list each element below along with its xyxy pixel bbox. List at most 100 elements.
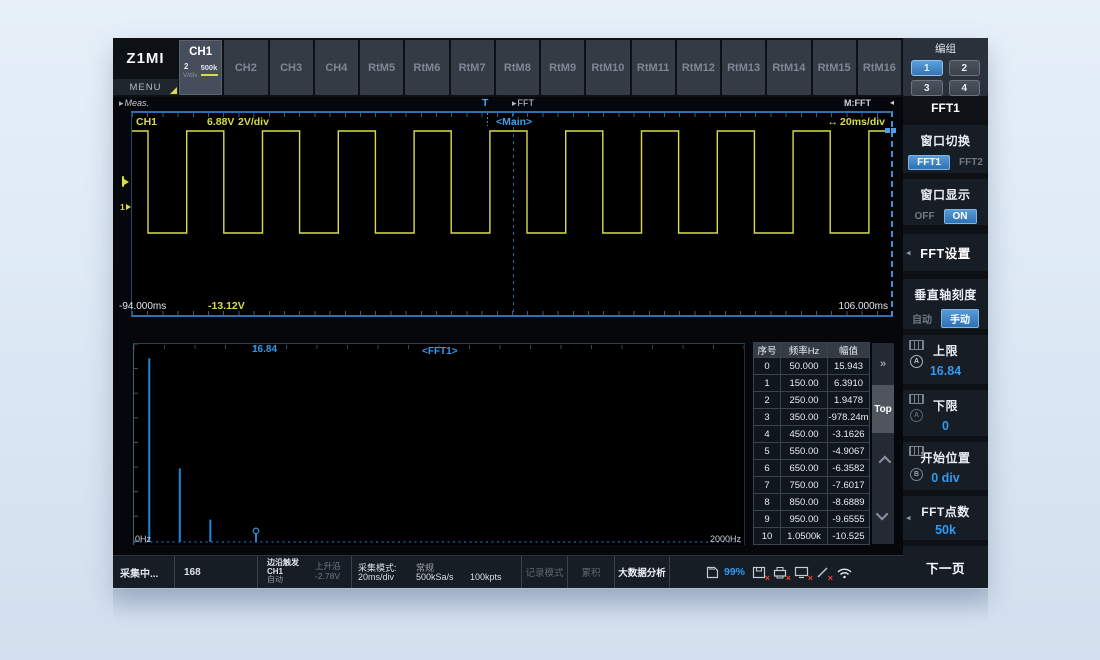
fft-settings-label: FFT设置 — [903, 234, 988, 271]
meas-label[interactable]: Meas. — [119, 98, 149, 109]
fft-points-section[interactable]: FFT点数 50k — [903, 496, 988, 540]
tab-label: CH3 — [280, 62, 302, 74]
table-header-2: 幅值 — [828, 342, 870, 358]
table-row[interactable]: 2250.001.9478 — [753, 392, 870, 409]
table-row[interactable]: 101.0500k-10.525 — [753, 528, 870, 545]
left-time-label: -94.000ms — [119, 301, 166, 312]
menu-page-title: FFT1 — [903, 96, 988, 119]
trigger-position-marker[interactable]: T — [482, 97, 488, 109]
fft-settings-button[interactable]: FFT设置 — [903, 234, 988, 271]
table-top-button[interactable]: Top — [872, 385, 894, 433]
row-index: 9 — [753, 511, 781, 528]
table-row[interactable]: 5550.00-4.9067 — [753, 443, 870, 460]
table-row[interactable]: 9950.00-9.6555 — [753, 511, 870, 528]
tab-ch1[interactable]: CH12V/div500k — [179, 40, 222, 95]
table-scroll-down-button[interactable] — [872, 488, 894, 543]
table-row[interactable]: 6650.00-6.3582 — [753, 460, 870, 477]
window-display-on-option[interactable]: ON — [944, 209, 977, 224]
oscilloscope-screen: Z1MI MENU CH12V/div500kCH2 CH3 CH4 RtM5 RtM6… — [113, 38, 988, 588]
table-expand-button[interactable]: » — [872, 343, 894, 385]
table-scroll-up-button[interactable] — [872, 433, 894, 488]
tab-rtm9[interactable]: RtM9 — [541, 40, 584, 95]
trigger-level-value: -2.78V — [315, 571, 351, 581]
menu-button[interactable]: MENU — [113, 79, 178, 95]
fft-points-value: 50k — [903, 523, 988, 537]
trigger-edge: 上升沿 — [315, 561, 351, 571]
tab-rtm5[interactable]: RtM5 — [360, 40, 403, 95]
group-button-1[interactable]: 1 — [911, 60, 943, 76]
window-display-off-option[interactable]: OFF — [915, 211, 935, 222]
tab-label: RtM15 — [818, 62, 851, 74]
channel1-ground-marker[interactable]: 1 — [120, 202, 131, 212]
logo-block: Z1MI MENU — [113, 38, 178, 97]
window-switch-fft2-option[interactable]: FFT2 — [959, 157, 983, 168]
chevron-down-icon — [875, 508, 888, 521]
knob-b-icon: B — [910, 468, 923, 481]
tab-label: RtM6 — [413, 62, 440, 74]
table-row[interactable]: 3350.00-978.24m — [753, 409, 870, 426]
trigger-info[interactable]: 边沿触发 CH1 自动 — [258, 556, 313, 588]
tab-rtm11[interactable]: RtM11 — [632, 40, 675, 95]
vertical-scale-auto-option[interactable]: 自动 — [912, 311, 932, 326]
tab-rtm14[interactable]: RtM14 — [767, 40, 810, 95]
group-button-2[interactable]: 2 — [949, 60, 981, 76]
knob-a-icon: A — [910, 409, 923, 422]
disconnected-x-icon: × — [786, 573, 791, 583]
tab-rtm13[interactable]: RtM13 — [722, 40, 765, 95]
window-handle-1[interactable] — [891, 128, 896, 133]
window-switch-title: 窗口切换 — [903, 125, 988, 149]
trigger-level-marker-icon[interactable] — [120, 176, 129, 187]
fft-spectrum — [134, 344, 744, 545]
tab-rtm15[interactable]: RtM15 — [813, 40, 856, 95]
window-switch-fft1-option[interactable]: FFT1 — [908, 155, 950, 170]
fft-peak-table: 序号频率Hz幅值050.00015.9431150.006.39102250.0… — [753, 342, 870, 545]
stylus-icon: × — [816, 566, 829, 579]
row-amplitude: -7.6017 — [828, 477, 870, 494]
fft-strip-label[interactable]: FFT — [512, 98, 534, 109]
row-amplitude: -978.24m — [828, 409, 870, 426]
disconnected-x-icon: × — [765, 573, 770, 583]
table-row[interactable]: 7750.00-7.6017 — [753, 477, 870, 494]
row-index: 3 — [753, 409, 781, 426]
tab-label: RtM12 — [682, 62, 715, 74]
row-frequency: 550.00 — [781, 443, 828, 460]
group-button-4[interactable]: 4 — [949, 80, 981, 96]
channel-scale-label: 2V/div — [238, 116, 269, 128]
vertical-scale-manual-option[interactable]: 手动 — [941, 309, 979, 328]
vertical-scale-section: 垂直轴刻度 自动 手动 — [903, 279, 988, 329]
table-row[interactable]: 1150.006.3910 — [753, 375, 870, 392]
lower-limit-section[interactable]: A 下限 0 — [903, 390, 988, 436]
row-amplitude: 15.943 — [828, 358, 870, 375]
vertical-scale-title: 垂直轴刻度 — [903, 279, 988, 303]
tab-label: RtM10 — [591, 62, 624, 74]
tab-rtm10[interactable]: RtM10 — [586, 40, 629, 95]
tab-ch3[interactable]: CH3 — [270, 40, 313, 95]
tab-active-underline-icon — [201, 74, 218, 76]
tab-label: CH1 — [179, 46, 222, 58]
tab-rtm8[interactable]: RtM8 — [496, 40, 539, 95]
table-row[interactable]: 4450.00-3.1626 — [753, 426, 870, 443]
window-handle-2[interactable] — [885, 128, 890, 133]
start-position-section[interactable]: B 开始位置 0 div — [903, 442, 988, 490]
table-row[interactable]: 8850.00-8.6889 — [753, 494, 870, 511]
tab-rtm12[interactable]: RtM12 — [677, 40, 720, 95]
tab-rtm6[interactable]: RtM6 — [405, 40, 448, 95]
record-mode-label: 记录模式 — [522, 556, 568, 588]
tab-label: RtM5 — [368, 62, 395, 74]
tab-ch2[interactable]: CH2 — [224, 40, 267, 95]
big-data-analysis-button[interactable]: 大数据分析 — [615, 556, 670, 588]
acquisition-settings[interactable]: 采集模式: 常规 20ms/div 500kSa/s 100kpts — [352, 556, 522, 588]
tab-rtm16[interactable]: RtM16 — [858, 40, 901, 95]
disconnected-x-icon: × — [808, 573, 813, 583]
row-frequency: 950.00 — [781, 511, 828, 528]
tab-rtm7[interactable]: RtM7 — [451, 40, 494, 95]
next-page-button[interactable]: 下一页 — [903, 546, 988, 588]
table-row[interactable]: 050.00015.943 — [753, 358, 870, 375]
main-window-label: <Main> — [496, 116, 532, 128]
tab-label: RtM11 — [637, 62, 669, 74]
tab-ch4[interactable]: CH4 — [315, 40, 358, 95]
group-button-3[interactable]: 3 — [911, 80, 943, 96]
status-icons: 99% × × × × — [670, 556, 903, 588]
upper-limit-section[interactable]: A 上限 16.84 — [903, 335, 988, 384]
row-index: 2 — [753, 392, 781, 409]
